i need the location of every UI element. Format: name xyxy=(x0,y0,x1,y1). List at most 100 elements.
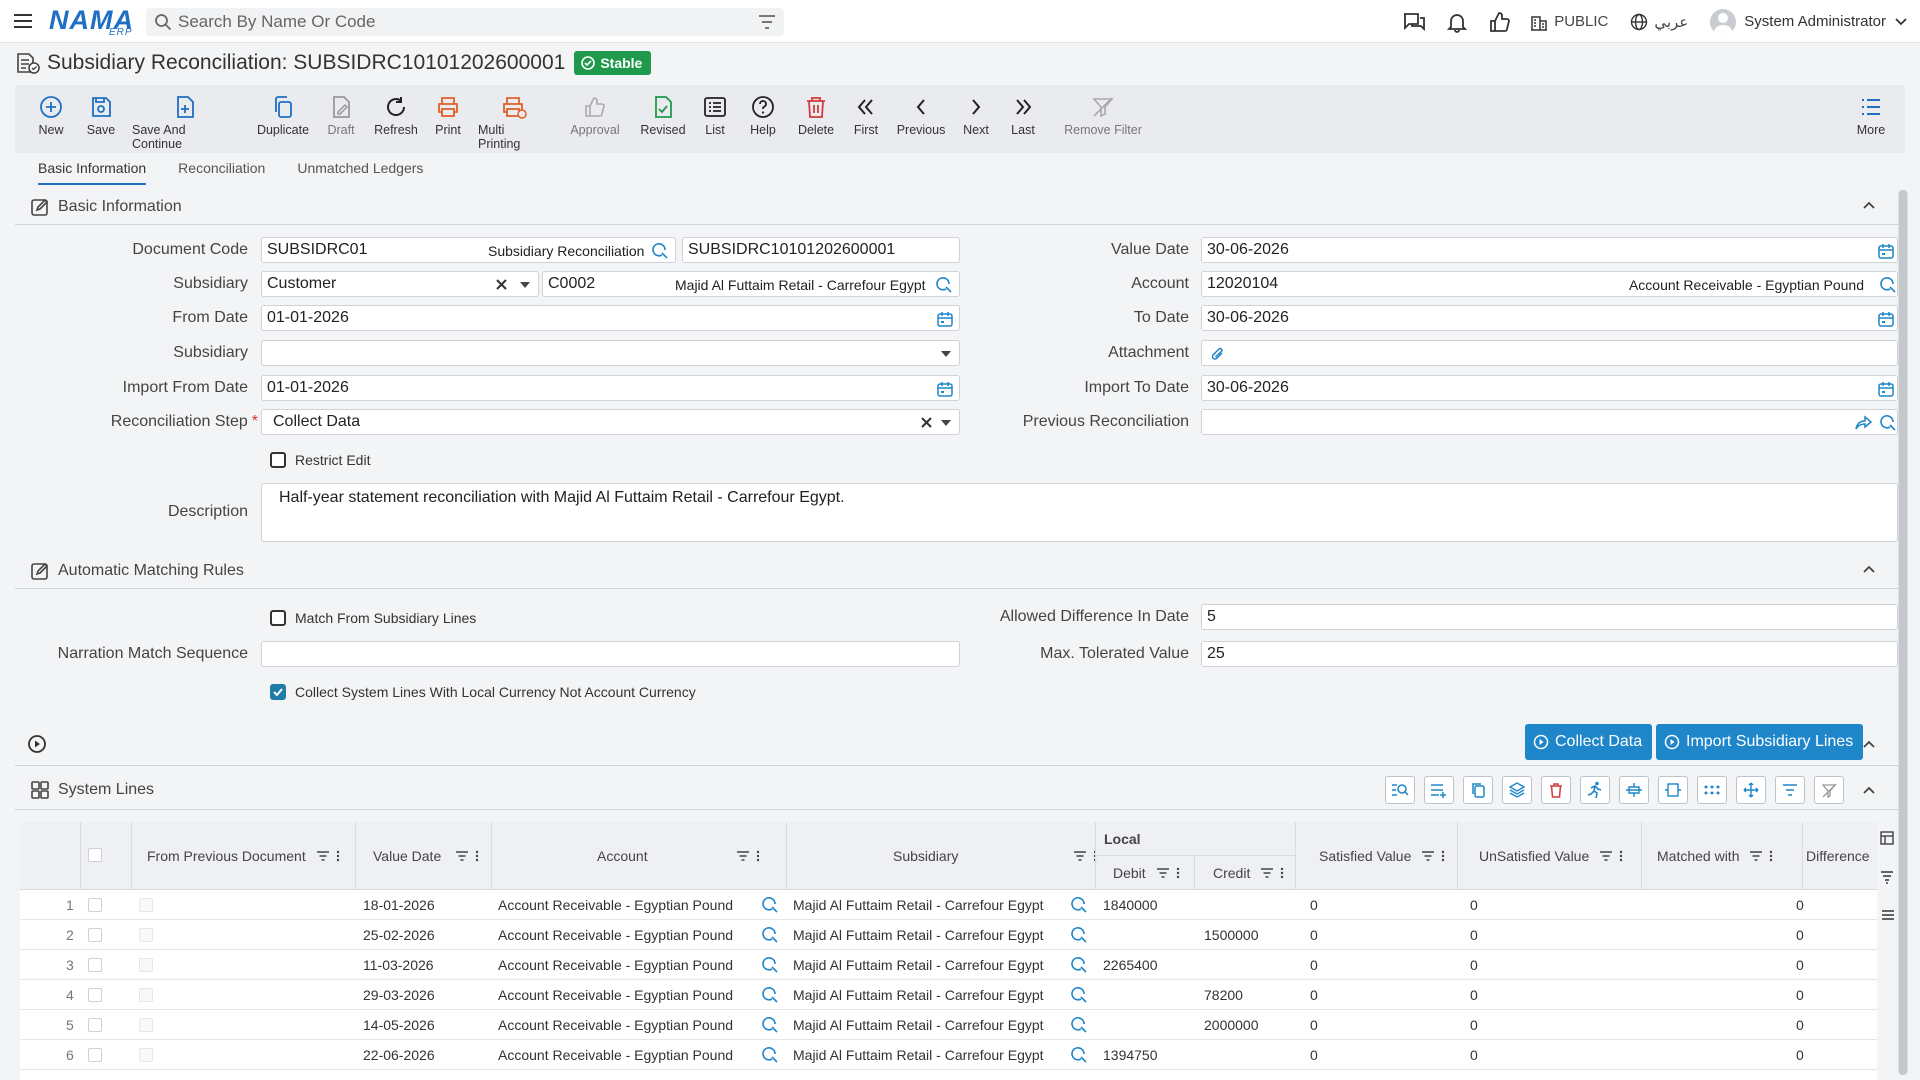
import-to-date-field[interactable]: 30-06-2026 xyxy=(1201,375,1898,401)
more-button[interactable]: More xyxy=(1851,85,1891,137)
column-filter-icon[interactable] xyxy=(1260,867,1274,879)
lookup-search-icon[interactable] xyxy=(651,243,669,259)
column-menu-icon[interactable] xyxy=(1176,867,1180,879)
help-button[interactable]: Help xyxy=(750,85,776,137)
subsidiary-lookup-field[interactable]: C0002 Majid Al Futtaim Retail - Carrefou… xyxy=(542,271,960,297)
document-number-field[interactable]: SUBSIDRC10101202600001 xyxy=(682,237,960,263)
collect-system-lines-checkbox[interactable] xyxy=(270,684,286,700)
calendar-icon[interactable] xyxy=(937,381,953,397)
lookup-search-icon[interactable] xyxy=(761,897,779,913)
share-icon[interactable] xyxy=(1855,415,1873,431)
dots-grid-icon[interactable] xyxy=(1697,776,1727,804)
draft-button[interactable]: Draft xyxy=(321,85,361,137)
col-account[interactable]: Account xyxy=(597,848,760,864)
lookup-search-icon[interactable] xyxy=(1070,1017,1088,1033)
delete-row-icon[interactable] xyxy=(1541,776,1571,804)
col-credit[interactable]: Credit xyxy=(1213,865,1284,881)
column-menu-icon[interactable] xyxy=(1769,850,1773,862)
tab-reconciliation[interactable]: Reconciliation xyxy=(178,160,265,185)
match-from-subsidiary-checkbox[interactable] xyxy=(270,610,286,626)
column-filter-icon[interactable] xyxy=(1073,850,1087,862)
delete-button[interactable]: Delete xyxy=(798,85,834,137)
col-debit[interactable]: Debit xyxy=(1113,865,1180,881)
page-scrollbar[interactable] xyxy=(1898,190,1908,1075)
tab-unmatched-ledgers[interactable]: Unmatched Ledgers xyxy=(297,160,423,185)
caret-down-icon[interactable] xyxy=(941,351,951,357)
save-button[interactable]: Save xyxy=(80,85,122,137)
lookup-search-icon[interactable] xyxy=(1879,277,1897,293)
column-filter-icon[interactable] xyxy=(1421,850,1435,862)
lookup-search-icon[interactable] xyxy=(761,987,779,1003)
chevron-up-icon[interactable] xyxy=(1862,739,1876,749)
lookup-search-icon[interactable] xyxy=(761,957,779,973)
lookup-search-icon[interactable] xyxy=(1070,927,1088,943)
save-and-continue-button[interactable]: Save And Continue xyxy=(132,85,238,151)
column-menu-icon[interactable] xyxy=(756,850,760,862)
to-date-field[interactable]: 30-06-2026 xyxy=(1201,305,1898,331)
import-subsidiary-lines-button[interactable]: Import Subsidiary Lines xyxy=(1656,724,1864,760)
table-row[interactable]: 1 18-01-2026 Account Receivable - Egypti… xyxy=(20,890,1877,920)
multi-printing-button[interactable]: Multi Printing xyxy=(478,85,550,151)
allowed-difference-input[interactable]: 5 xyxy=(1201,604,1898,630)
max-tolerated-input[interactable]: 25 xyxy=(1201,641,1898,667)
column-filter-icon[interactable] xyxy=(455,850,469,862)
import-from-date-field[interactable]: 01-01-2026 xyxy=(261,375,960,401)
language-selector[interactable]: عربي xyxy=(1630,13,1688,31)
description-textarea[interactable]: Half-year statement reconciliation with … xyxy=(261,483,1898,542)
col-subsidiary[interactable]: Subsidiary xyxy=(893,848,1097,864)
grid-filter-icon[interactable] xyxy=(1775,776,1805,804)
calendar-icon[interactable] xyxy=(1878,311,1894,327)
chat-icon[interactable] xyxy=(1402,11,1426,33)
table-row[interactable]: 3 11-03-2026 Account Receivable - Egypti… xyxy=(20,950,1877,980)
chevron-up-icon[interactable] xyxy=(1862,200,1876,210)
from-date-field[interactable]: 01-01-2026 xyxy=(261,305,960,331)
select-all-checkbox[interactable] xyxy=(88,848,102,862)
run-icon[interactable] xyxy=(1580,776,1610,804)
company-selector[interactable]: PUBLIC xyxy=(1530,13,1608,31)
logo[interactable]: NAMA ERP xyxy=(49,5,134,38)
hamburger-menu-icon[interactable] xyxy=(12,10,36,34)
play-circle-icon[interactable] xyxy=(27,734,47,754)
lookup-search-icon[interactable] xyxy=(935,277,953,293)
add-row-icon[interactable] xyxy=(1424,776,1454,804)
scrollbar-thumb[interactable] xyxy=(1899,190,1907,1075)
filter-icon[interactable] xyxy=(758,14,776,30)
account-lookup-field[interactable]: 12020104 Account Receivable - Egyptian P… xyxy=(1201,271,1898,297)
side-filter-icon[interactable] xyxy=(1880,870,1894,884)
calendar-icon[interactable] xyxy=(1878,381,1894,397)
lookup-search-icon[interactable] xyxy=(1070,987,1088,1003)
column-chooser-icon[interactable] xyxy=(1880,831,1894,845)
column-menu-icon[interactable] xyxy=(475,850,479,862)
column-menu-icon[interactable] xyxy=(1280,867,1284,879)
lookup-search-icon[interactable] xyxy=(761,927,779,943)
col-value-date[interactable]: Value Date xyxy=(373,848,479,864)
grid-search-icon[interactable] xyxy=(1385,776,1415,804)
caret-down-icon[interactable] xyxy=(520,282,530,288)
column-filter-icon[interactable] xyxy=(1599,850,1613,862)
column-filter-icon[interactable] xyxy=(316,850,330,862)
matching-rules-header[interactable]: Automatic Matching Rules xyxy=(15,553,1898,589)
print-button[interactable]: Print xyxy=(431,85,465,137)
remove-filter-button[interactable]: Remove Filter xyxy=(1064,85,1142,137)
value-date-field[interactable]: 30-06-2026 xyxy=(1201,237,1898,263)
duplicate-button[interactable]: Duplicate xyxy=(254,85,312,137)
subsidiary-secondary-select[interactable] xyxy=(261,340,960,366)
caret-down-icon[interactable] xyxy=(941,420,951,426)
table-row[interactable]: 4 29-03-2026 Account Receivable - Egypti… xyxy=(20,980,1877,1010)
row-checkbox[interactable] xyxy=(88,958,102,972)
previous-button[interactable]: Previous xyxy=(897,85,945,137)
lookup-search-icon[interactable] xyxy=(761,1047,779,1063)
collect-data-button[interactable]: Collect Data xyxy=(1525,724,1653,760)
clear-filter-icon[interactable] xyxy=(1814,776,1844,804)
col-unsatisfied[interactable]: UnSatisfied Value xyxy=(1479,848,1623,864)
approval-button[interactable]: Approval xyxy=(570,85,620,137)
copy-row-icon[interactable] xyxy=(1463,776,1493,804)
restrict-edit-checkbox[interactable] xyxy=(270,452,286,468)
tab-basic-information[interactable]: Basic Information xyxy=(38,160,147,185)
narration-match-input[interactable] xyxy=(261,641,960,667)
revised-button[interactable]: Revised xyxy=(640,85,686,137)
lookup-search-icon[interactable] xyxy=(1070,957,1088,973)
row-checkbox[interactable] xyxy=(88,1018,102,1032)
table-row[interactable]: 5 14-05-2026 Account Receivable - Egypti… xyxy=(20,1010,1877,1040)
col-from-previous[interactable]: From Previous Document xyxy=(147,848,340,864)
